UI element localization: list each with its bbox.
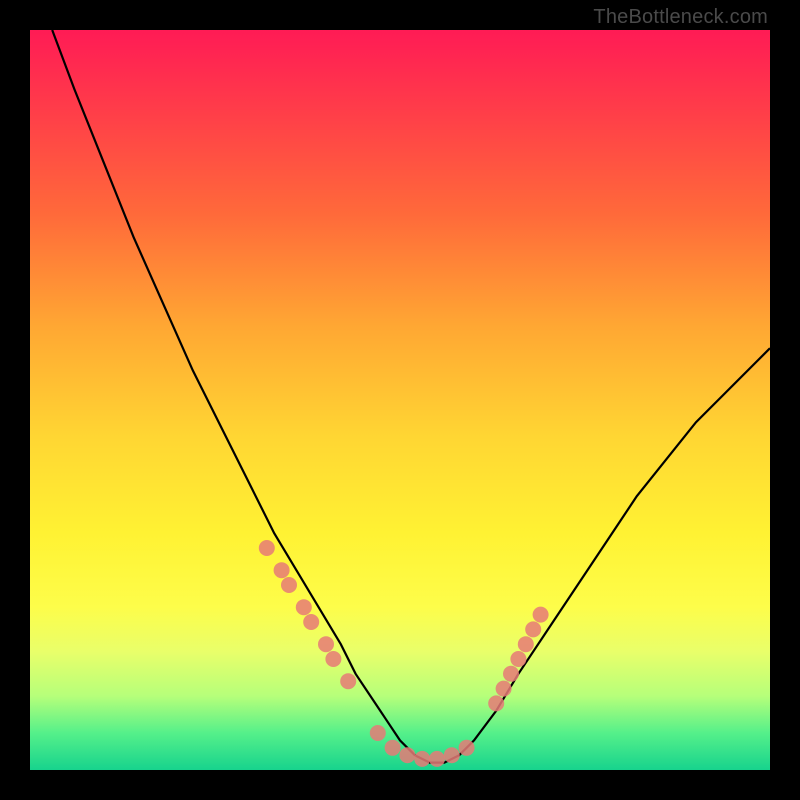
data-point — [518, 636, 534, 652]
data-point — [296, 599, 312, 615]
data-point — [385, 740, 401, 756]
data-point — [496, 681, 512, 697]
plot-area — [30, 30, 770, 770]
data-point — [510, 651, 526, 667]
data-point — [303, 614, 319, 630]
data-markers — [259, 540, 549, 767]
data-point — [325, 651, 341, 667]
data-point — [488, 695, 504, 711]
watermark-text: TheBottleneck.com — [593, 6, 768, 29]
data-point — [399, 747, 415, 763]
data-point — [459, 740, 475, 756]
data-point — [281, 577, 297, 593]
data-point — [429, 751, 445, 767]
data-point — [525, 621, 541, 637]
data-point — [370, 725, 386, 741]
data-point — [274, 562, 290, 578]
chart-svg — [30, 30, 770, 770]
data-point — [318, 636, 334, 652]
data-point — [340, 673, 356, 689]
data-point — [533, 607, 549, 623]
data-point — [259, 540, 275, 556]
bottleneck-curve — [52, 30, 770, 763]
data-point — [414, 751, 430, 767]
data-point — [503, 666, 519, 682]
data-point — [444, 747, 460, 763]
chart-frame: TheBottleneck.com — [0, 0, 800, 800]
